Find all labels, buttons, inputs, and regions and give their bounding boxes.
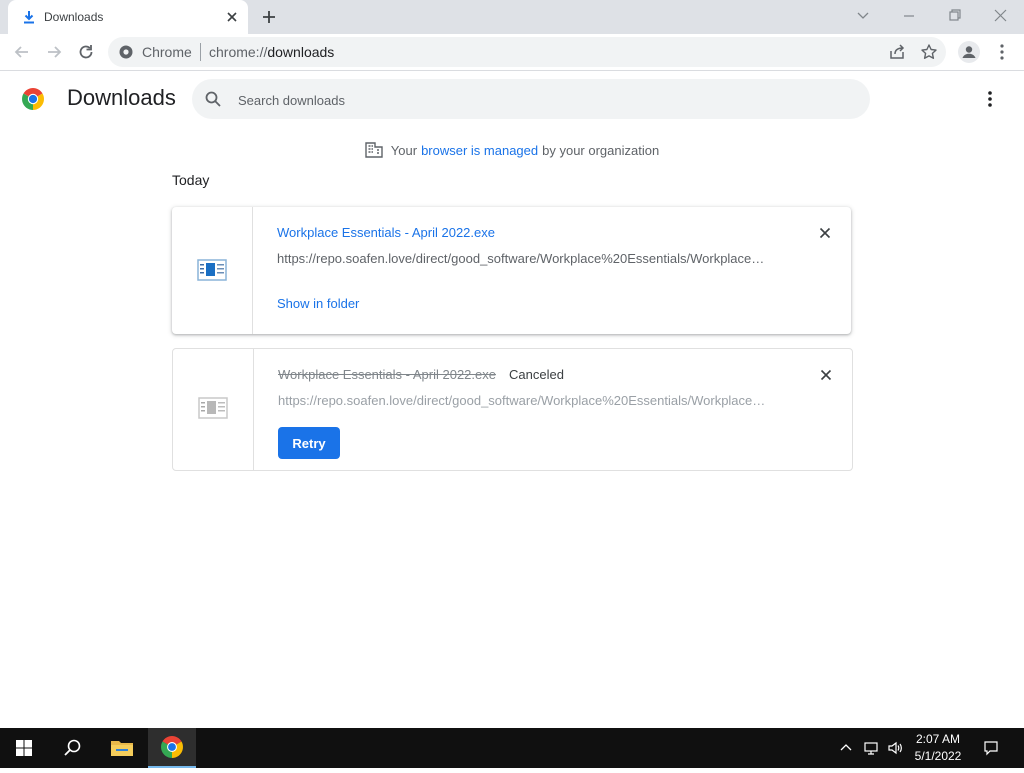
chevron-up-icon[interactable] (838, 740, 854, 756)
file-icon-column (172, 207, 253, 334)
exe-file-icon (198, 397, 228, 419)
file-name-link[interactable]: Workplace Essentials - April 2022.exe (277, 225, 495, 240)
new-tab-icon[interactable] (260, 8, 278, 26)
downloads-header: Downloads (0, 71, 1024, 127)
managed-link[interactable]: browser is managed (421, 143, 538, 158)
chrome-logo-icon (22, 88, 44, 110)
file-url[interactable]: https://repo.soafen.love/direct/good_sof… (278, 393, 773, 408)
building-icon (365, 142, 383, 158)
volume-icon[interactable] (887, 740, 903, 756)
site-label: Chrome (142, 44, 192, 60)
close-window-icon[interactable] (990, 6, 1012, 26)
file-url[interactable]: https://repo.soafen.love/direct/good_sof… (277, 251, 772, 266)
download-item-canceled: Workplace Essentials - April 2022.exe Ca… (172, 348, 853, 471)
managed-notice: Your browser is managed by your organiza… (0, 140, 1024, 160)
managed-prefix: Your (390, 142, 418, 158)
share-icon[interactable] (888, 43, 906, 61)
person-icon (962, 46, 976, 58)
download-status: Canceled (509, 367, 564, 382)
date-heading: Today (172, 172, 210, 188)
more-vert-icon[interactable] (992, 42, 1012, 62)
clock-time[interactable]: 2:07 AM (906, 732, 970, 746)
folder-icon (111, 741, 133, 756)
forward-icon[interactable] (44, 42, 64, 62)
tab-strip: Downloads (0, 0, 1024, 34)
exe-file-icon (197, 259, 227, 281)
taskbar-file-explorer[interactable] (98, 728, 146, 768)
start-button[interactable] (0, 728, 48, 768)
remove-item-icon[interactable] (817, 225, 833, 241)
windows-taskbar: 2:07 AM 5/1/2022 (0, 728, 1024, 768)
url-scheme: chrome:// (209, 44, 268, 60)
page-more-vert-icon[interactable] (980, 88, 1000, 110)
network-icon[interactable] (863, 740, 879, 756)
restore-icon[interactable] (944, 6, 966, 26)
page-title: Downloads (67, 85, 176, 110)
taskbar-chrome[interactable] (148, 728, 196, 768)
omnibox-divider (200, 43, 201, 61)
tab-search-chevron-icon[interactable] (852, 6, 874, 26)
taskbar-search-icon (64, 739, 81, 756)
url-text[interactable]: chrome://downloads (209, 44, 334, 60)
remove-item-icon[interactable] (818, 367, 834, 383)
url-path: downloads (267, 44, 335, 60)
browser-toolbar: Chrome chrome://downloads (0, 34, 1024, 71)
reload-icon[interactable] (76, 42, 96, 62)
clock-date[interactable]: 5/1/2022 (906, 749, 970, 763)
chrome-site-icon (119, 45, 133, 59)
close-tab-icon[interactable] (224, 9, 240, 25)
file-icon-column (173, 349, 254, 470)
profile-icon[interactable] (958, 41, 980, 63)
minimize-icon[interactable] (898, 6, 920, 26)
download-item: Workplace Essentials - April 2022.exe ht… (172, 207, 851, 334)
notification-icon[interactable] (983, 740, 999, 756)
address-bar[interactable]: Chrome chrome://downloads (108, 37, 946, 67)
back-icon[interactable] (12, 42, 32, 62)
search-input[interactable] (236, 89, 840, 111)
retry-button[interactable]: Retry (278, 427, 340, 459)
download-icon (24, 11, 34, 24)
windows-start-icon (16, 740, 32, 756)
tab-downloads[interactable]: Downloads (8, 0, 248, 34)
file-name-canceled: Workplace Essentials - April 2022.exe (278, 367, 496, 382)
search-icon (205, 91, 221, 107)
taskbar-search-button[interactable] (48, 728, 96, 768)
bookmark-star-icon[interactable] (920, 43, 938, 61)
chrome-logo-icon (161, 736, 183, 758)
managed-suffix: by your organization (542, 142, 660, 158)
tab-title: Downloads (44, 10, 104, 24)
show-in-folder-link[interactable]: Show in folder (277, 296, 359, 311)
search-box[interactable] (192, 79, 870, 119)
